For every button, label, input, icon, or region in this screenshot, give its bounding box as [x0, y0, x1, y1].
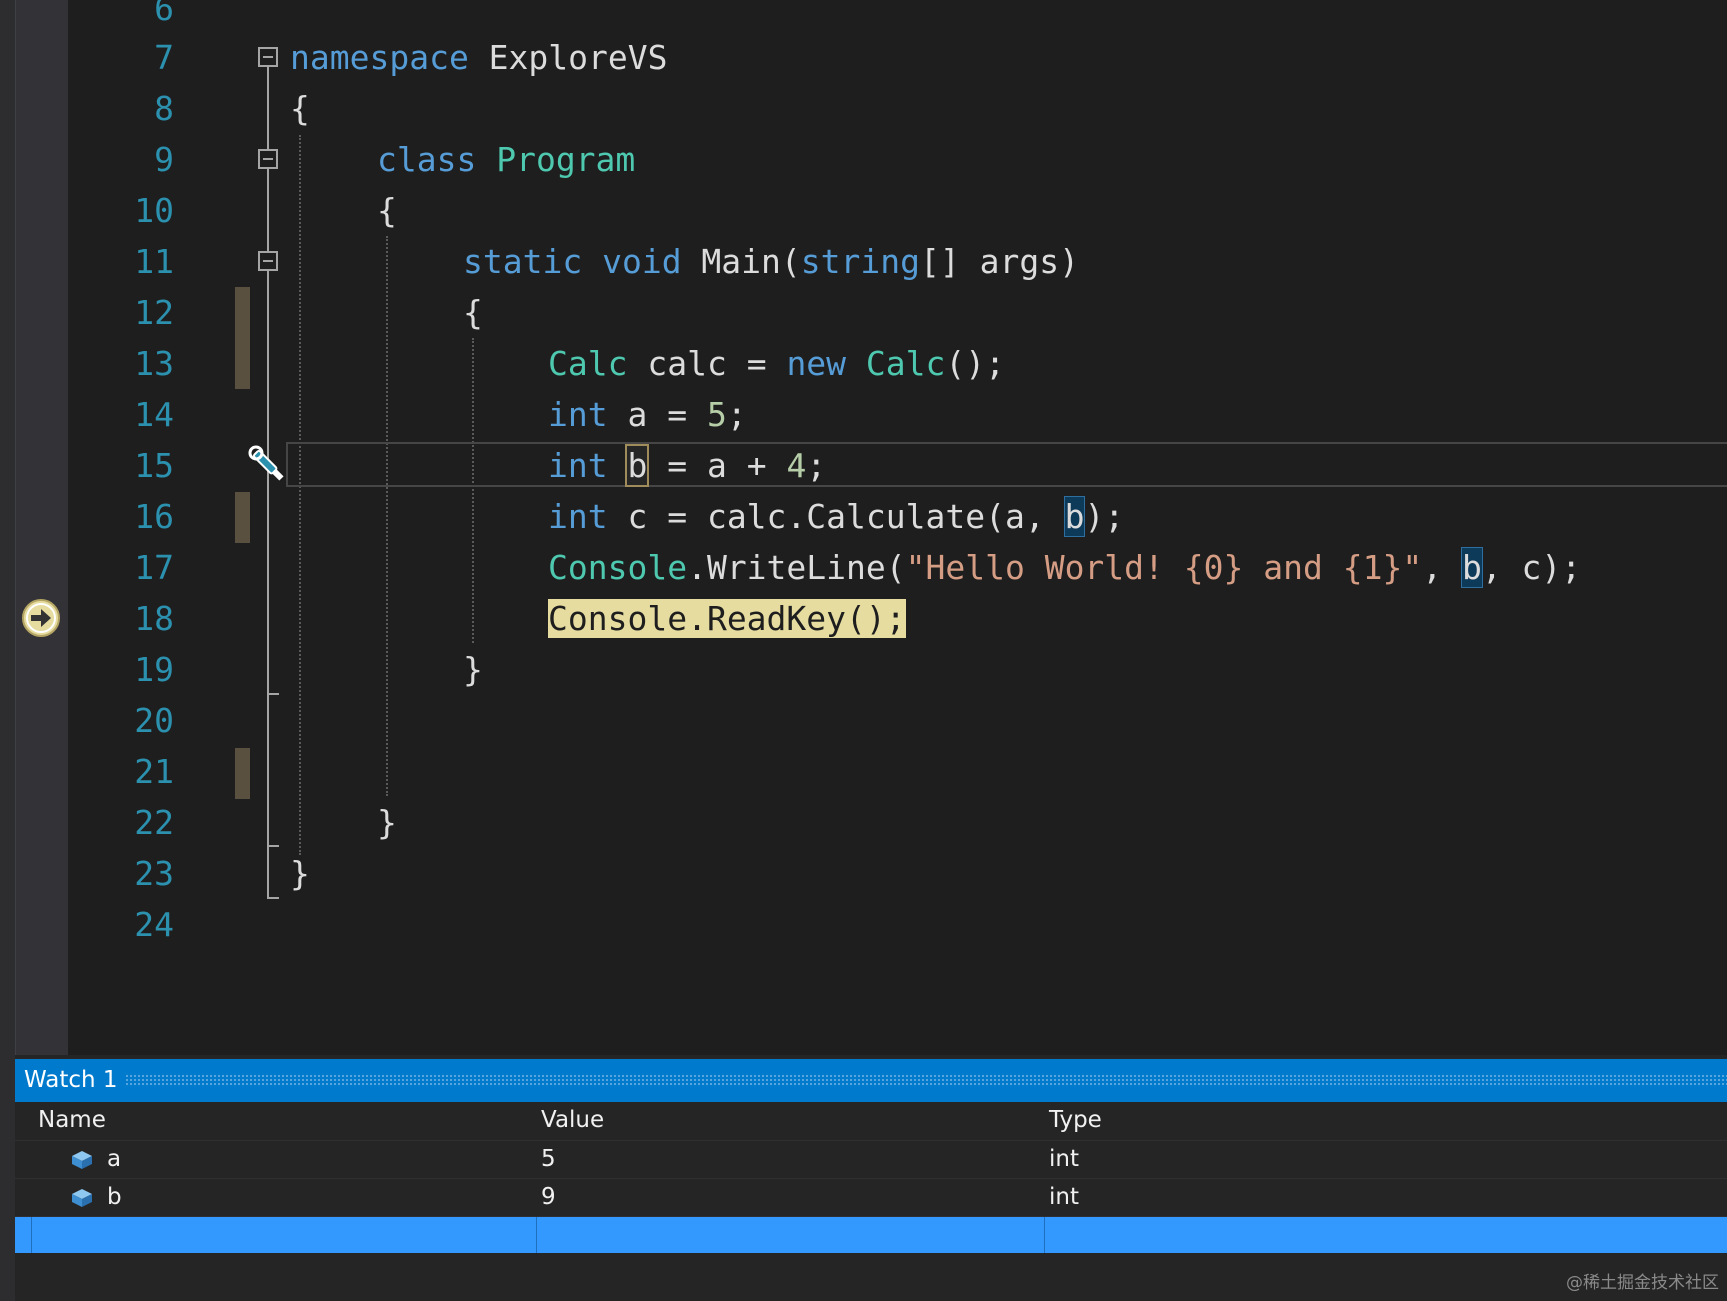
visual-studio-window: 6 7 namespace ExploreVS 8 { 9 class Prog… [0, 0, 1727, 1301]
line-number: 9 [154, 140, 174, 179]
line-number: 6 [154, 0, 174, 28]
line-number: 12 [134, 293, 174, 332]
wrench-icon[interactable] [243, 440, 293, 490]
code-line: 9 class Program [68, 134, 1727, 185]
column-separator [1044, 1217, 1045, 1253]
code-line: 6 [68, 0, 1727, 34]
line-number: 13 [134, 344, 174, 383]
line-number: 23 [134, 854, 174, 893]
code-line: 18 Console.ReadKey(); [68, 593, 1727, 644]
code-text: { [463, 293, 483, 332]
code-text: { [290, 89, 310, 128]
column-header-name[interactable]: Name [38, 1102, 106, 1139]
watch-window: Watch 1 Name Value Type a 5 int b 9 int [15, 1055, 1727, 1301]
code-line: 23 } [68, 848, 1727, 899]
variable-b-reference[interactable]: b [1063, 496, 1086, 537]
next-statement-highlight: Console.ReadKey(); [548, 599, 906, 638]
code-editor[interactable]: 6 7 namespace ExploreVS 8 { 9 class Prog… [68, 0, 1727, 1055]
variable-b-reference[interactable]: b [1460, 547, 1483, 588]
watch-title: Watch 1 [24, 1067, 118, 1093]
column-header-value[interactable]: Value [541, 1102, 604, 1139]
code-text: } [290, 854, 310, 893]
code-line: 24 [68, 899, 1727, 950]
watch-item-name: a [107, 1146, 122, 1172]
code-line: 16 int c = calc.Calculate(a, b); [68, 491, 1727, 542]
watch-item-value[interactable]: 9 [541, 1179, 556, 1216]
code-text: { [377, 191, 397, 230]
code-text: Calc calc = new Calc(); [548, 344, 1005, 383]
code-text: static void Main(string[] args) [463, 242, 1079, 281]
line-number: 22 [134, 803, 174, 842]
watch-row[interactable]: b 9 int [15, 1179, 1727, 1217]
code-line: 10 { [68, 185, 1727, 236]
watch-item-name: b [107, 1184, 122, 1210]
watch-titlebar[interactable]: Watch 1 [15, 1059, 1727, 1102]
window-left-border [0, 0, 16, 1301]
column-separator [536, 1217, 537, 1253]
line-number: 8 [154, 89, 174, 128]
cube-icon [72, 1151, 92, 1169]
code-line: 21 [68, 746, 1727, 797]
watch-header-row: Name Value Type [15, 1102, 1727, 1141]
line-number: 19 [134, 650, 174, 689]
column-separator [31, 1217, 32, 1253]
code-text: int a = 5; [548, 395, 747, 434]
code-line: 12 { [68, 287, 1727, 338]
line-number: 20 [134, 701, 174, 740]
watch-item-value[interactable]: 5 [541, 1141, 556, 1178]
line-number: 15 [134, 446, 174, 485]
line-number: 16 [134, 497, 174, 536]
execution-pointer-icon[interactable] [20, 597, 62, 639]
code-text: int c = calc.Calculate(a, b); [548, 496, 1125, 537]
code-text: namespace ExploreVS [290, 38, 668, 77]
code-text: Console.ReadKey(); [548, 593, 906, 644]
watch-item-type: int [1049, 1146, 1079, 1172]
line-number: 21 [134, 752, 174, 791]
variable-b-reference[interactable]: b [625, 444, 650, 487]
line-number: 14 [134, 395, 174, 434]
code-line: 17 Console.WriteLine("Hello World! {0} a… [68, 542, 1727, 593]
code-text: Console.WriteLine("Hello World! {0} and … [548, 547, 1582, 588]
code-line: 15 int b = a + 4; [68, 440, 1727, 491]
code-text: } [377, 803, 397, 842]
watch-grid: Name Value Type a 5 int b 9 int [15, 1102, 1727, 1253]
code-line: 8 { [68, 83, 1727, 134]
watch-row[interactable]: a 5 int [15, 1141, 1727, 1179]
watermark: @稀土掘金技术社区 [1566, 1273, 1719, 1293]
titlebar-grip[interactable] [125, 1074, 1727, 1086]
code-line: 7 namespace ExploreVS [68, 32, 1727, 83]
code-line: 19 } [68, 644, 1727, 695]
column-header-type[interactable]: Type [1049, 1102, 1102, 1139]
line-number: 18 [134, 599, 174, 638]
code-line: 11 static void Main(string[] args) [68, 236, 1727, 287]
indicator-margin[interactable] [16, 0, 68, 1055]
watch-new-item-row[interactable] [15, 1217, 1727, 1253]
code-line: 22 } [68, 797, 1727, 848]
cube-icon [72, 1189, 92, 1207]
line-number: 11 [134, 242, 174, 281]
line-number: 17 [134, 548, 174, 587]
watch-item-type: int [1049, 1184, 1079, 1210]
line-number: 7 [154, 38, 174, 77]
code-line: 14 int a = 5; [68, 389, 1727, 440]
code-line: 13 Calc calc = new Calc(); [68, 338, 1727, 389]
code-text: } [463, 650, 483, 689]
code-text: class Program [377, 140, 636, 179]
line-number: 24 [134, 905, 174, 944]
code-text: int b = a + 4; [548, 444, 827, 487]
line-number: 10 [134, 191, 174, 230]
code-line: 20 [68, 695, 1727, 746]
